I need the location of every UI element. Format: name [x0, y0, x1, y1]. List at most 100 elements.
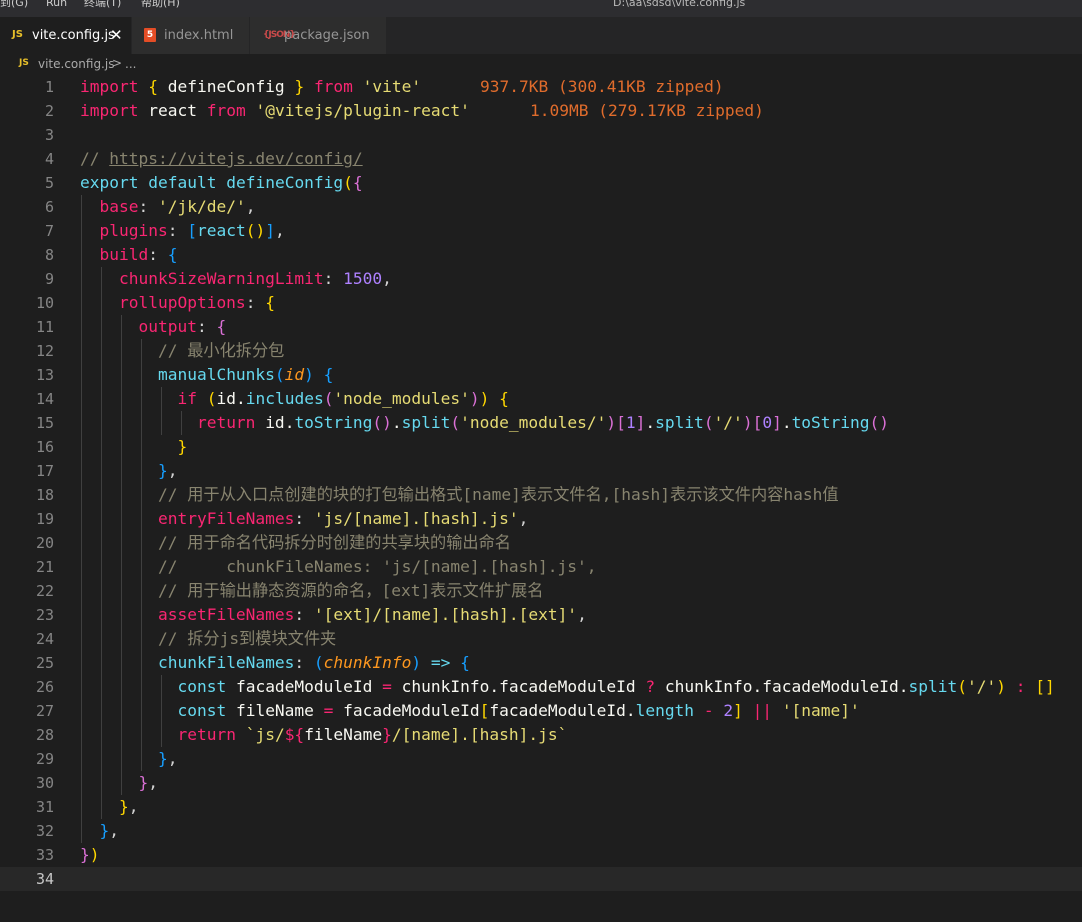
menu-item-help[interactable]: 帮助(H) — [141, 0, 180, 8]
code-line[interactable]: 25 chunkFileNames: (chunkInfo) => { — [0, 651, 1082, 675]
code-line[interactable]: 31 }, — [0, 795, 1082, 819]
chevron-right-icon: > — [112, 56, 123, 70]
link[interactable]: https://vitejs.dev/config/ — [109, 149, 362, 168]
code-line[interactable]: 7 plugins: [react()], — [0, 219, 1082, 243]
tab-index-html[interactable]: 5 index.html — [132, 17, 250, 54]
line-number: 17 — [35, 462, 54, 480]
code-line[interactable]: 29 }, — [0, 747, 1082, 771]
code-line[interactable]: 14 if (id.includes('node_modules')) { — [0, 387, 1082, 411]
code-line[interactable]: 3 — [0, 123, 1082, 147]
tab-package-json[interactable]: {JSON} package.json — [250, 17, 387, 54]
close-icon[interactable]: ✕ — [110, 26, 123, 44]
code-line[interactable]: 19 entryFileNames: 'js/[name].[hash].js'… — [0, 507, 1082, 531]
code-line[interactable]: 5 export default defineConfig({ — [0, 171, 1082, 195]
code-line[interactable]: 1 import { defineConfig } from 'vite' 93… — [0, 75, 1082, 99]
token: entryFileNames — [157, 509, 295, 528]
line-number: 13 — [35, 366, 54, 384]
menu-item-run[interactable]: Run — [46, 0, 67, 8]
token: [ — [187, 221, 197, 240]
code-line[interactable]: 17 }, — [0, 459, 1082, 483]
token: ) — [469, 389, 480, 408]
code-line[interactable]: 4 // https://vitejs.dev/config/ — [0, 147, 1082, 171]
code-line[interactable]: 10 rollupOptions: { — [0, 291, 1082, 315]
code-line[interactable]: 12 // 最小化拆分包 — [0, 339, 1082, 363]
code-line[interactable]: 11 output: { — [0, 315, 1082, 339]
token: '/jk/de/' — [157, 197, 246, 216]
code-line[interactable]: 15 return id.toString().split('node_modu… — [0, 411, 1082, 435]
breadcrumb-file[interactable]: vite.config.js — [38, 57, 114, 71]
code-line[interactable]: 2 import react from '@vitejs/plugin-reac… — [0, 99, 1082, 123]
token: ( — [206, 389, 217, 408]
menu-item-terminal[interactable]: 终端(T) — [84, 0, 121, 8]
line-number: 29 — [35, 750, 54, 768]
token: ( — [450, 413, 461, 432]
line-number: 14 — [35, 390, 54, 408]
code-line[interactable]: 6 base: '/jk/de/', — [0, 195, 1082, 219]
token: return — [177, 725, 236, 744]
token: split — [908, 677, 958, 696]
javascript-file-icon: JS — [12, 29, 23, 40]
token: [] — [1035, 677, 1055, 696]
token: length — [635, 701, 695, 720]
code-line[interactable]: 20 // 用于命名代码拆分时创建的共享块的输出命名 — [0, 531, 1082, 555]
code-text: // 用于输出静态资源的命名，[ext]表示文件扩展名 — [80, 579, 544, 603]
code-line[interactable]: 9 chunkSizeWarningLimit: 1500, — [0, 267, 1082, 291]
code-line[interactable]: 8 build: { — [0, 243, 1082, 267]
breadcrumb: JS vite.config.js > ... — [0, 54, 1082, 75]
tab-vite-config[interactable]: JS vite.config.js ✕ — [0, 17, 132, 54]
token: facadeModuleId — [499, 677, 636, 696]
code-line[interactable]: 16 } — [0, 435, 1082, 459]
tab-label: package.json — [284, 28, 370, 43]
code-line[interactable]: 32 }, — [0, 819, 1082, 843]
line-number: 9 — [44, 270, 54, 288]
token: , — [109, 821, 119, 840]
code-text: if (id.includes('node_modules')) { — [80, 387, 508, 411]
code-line[interactable]: 30 }, — [0, 771, 1082, 795]
token: [ — [616, 413, 626, 432]
token: : — [323, 269, 344, 288]
line-number: 34 — [35, 870, 54, 888]
token: '[ext]/[name].[hash].[ext]' — [313, 605, 578, 624]
token: ) — [411, 653, 431, 672]
code-line[interactable]: 22 // 用于输出静态资源的命名，[ext]表示文件扩展名 — [0, 579, 1082, 603]
code-line[interactable]: 23 assetFileNames: '[ext]/[name].[hash].… — [0, 603, 1082, 627]
code-line[interactable]: 28 return `js/${fileName}/[name].[hash].… — [0, 723, 1082, 747]
line-number: 15 — [35, 414, 54, 432]
code-line[interactable]: 33 }) — [0, 843, 1082, 867]
line-number: 22 — [35, 582, 54, 600]
token: facadeModuleId — [343, 701, 480, 720]
code-editor[interactable]: 1 import { defineConfig } from 'vite' 93… — [0, 75, 1082, 922]
token: '[name]' — [781, 701, 860, 720]
code-line[interactable]: 26 const facadeModuleId = chunkInfo.faca… — [0, 675, 1082, 699]
token: : — [294, 605, 314, 624]
code-line[interactable]: 18 // 用于从入口点创建的块的打包输出格式[name]表示文件名,[hash… — [0, 483, 1082, 507]
token: ) — [89, 845, 100, 864]
token: '/' — [713, 413, 743, 432]
token: , — [518, 509, 529, 528]
breadcrumb-symbols[interactable]: ... — [125, 57, 136, 71]
code-line-current[interactable]: 34 — [0, 867, 1082, 891]
code-line[interactable]: 21 // chunkFileNames: 'js/[name].[hash].… — [0, 555, 1082, 579]
line-number: 28 — [35, 726, 54, 744]
code-line[interactable]: 27 const fileName = facadeModuleId[facad… — [0, 699, 1082, 723]
code-text: // https://vitejs.dev/config/ — [80, 147, 363, 171]
menu-item-goto[interactable]: 到(G) — [0, 0, 28, 8]
token: . — [284, 413, 295, 432]
code-line[interactable]: 13 manualChunks(id) { — [0, 363, 1082, 387]
code-line[interactable]: 24 // 拆分js到模块文件夹 — [0, 627, 1082, 651]
token: ] — [635, 413, 646, 432]
